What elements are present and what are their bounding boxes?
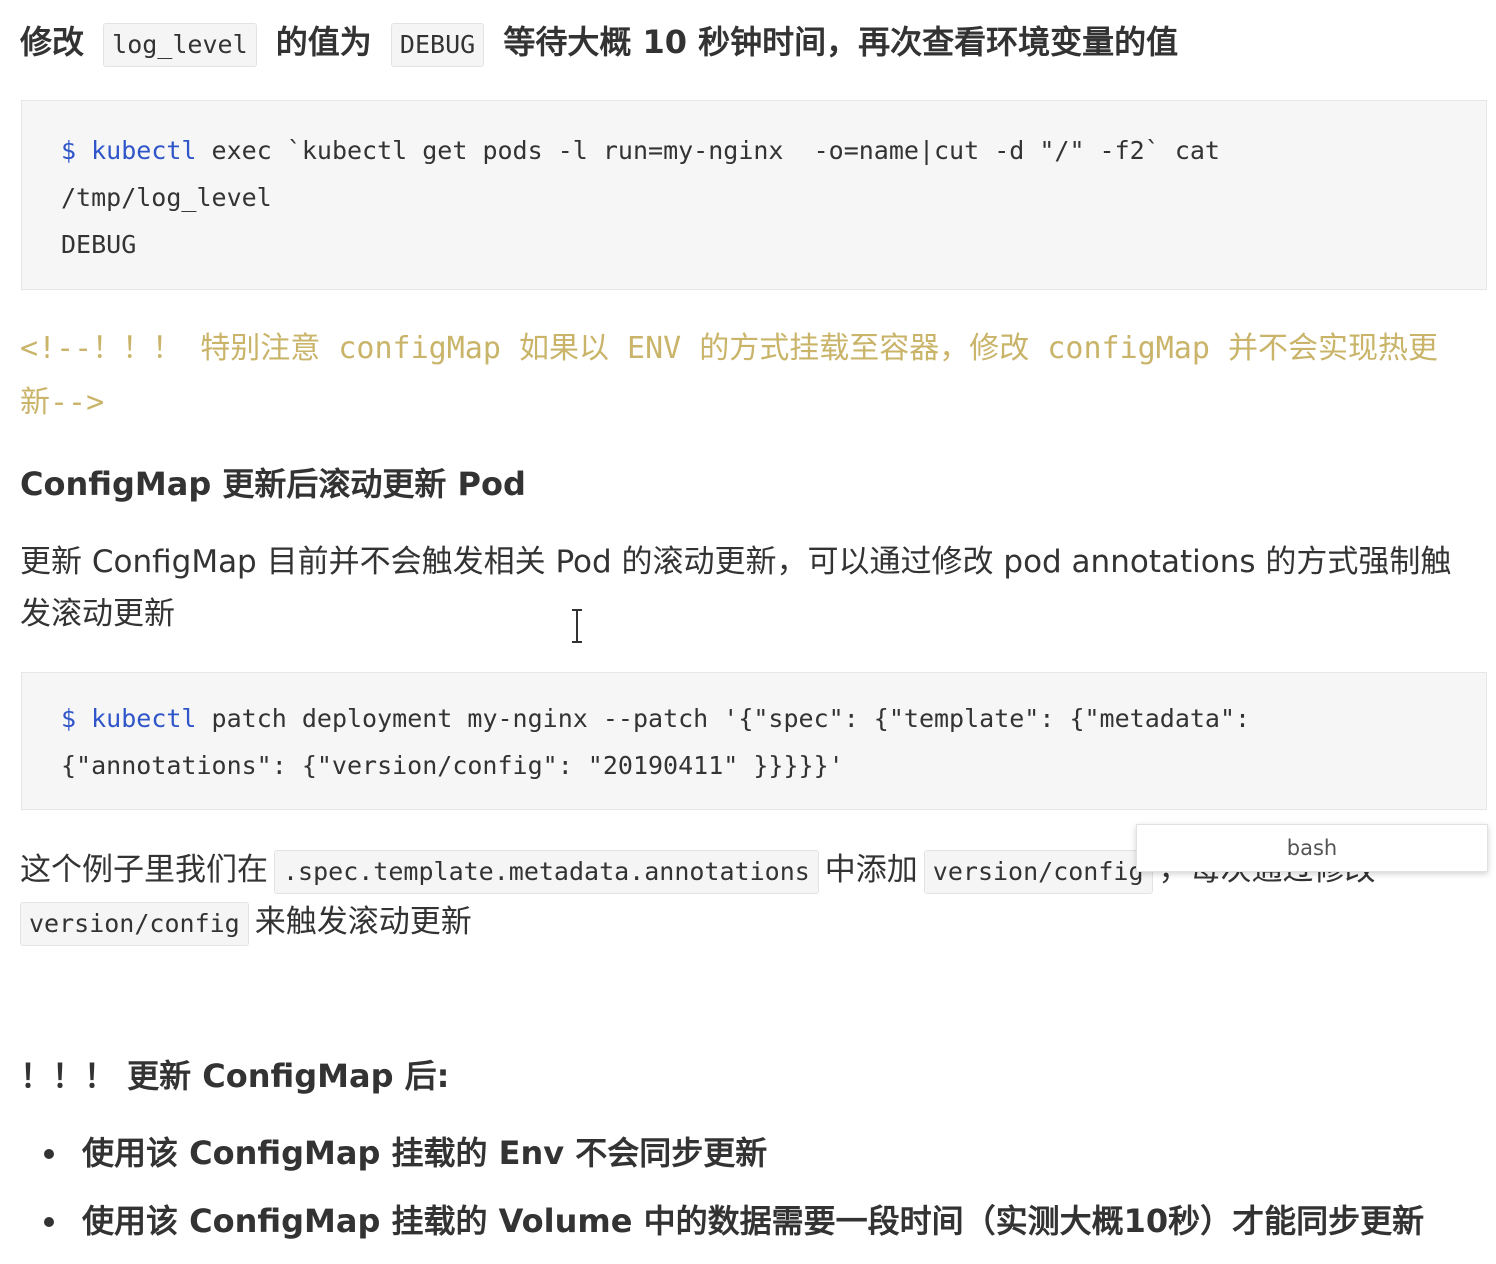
list-item: 使用该 ConfigMap 挂载的 Volume 中的数据需要一段时间（实测大概… [40,1196,1424,1246]
paragraph-rolling-update: 更新 ConfigMap 目前并不会触发相关 Pod 的滚动更新，可以通过修改 … [20,544,1452,632]
code-line-1: $ kubectl patch deployment my-nginx --pa… [61,695,1447,742]
list-item-text: 使用该 ConfigMap 挂载的 Env 不会同步更新 [82,1134,768,1172]
language-tooltip: bash [1136,824,1488,872]
hidden-comment-note: <!--！！！ 特别注意 configMap 如果以 ENV 的方式挂载至容器，… [20,331,1438,420]
top-heading: 修改 log_level 的值为 DEBUG 等待大概 10 秒钟时间，再次查看… [20,18,1178,67]
code-command: kubectl [91,704,197,733]
top-heading-suffix: 等待大概 10 秒钟时间，再次查看环境变量的值 [503,23,1179,61]
top-heading-prefix: 修改 [20,23,85,61]
code-prompt: $ [61,704,77,733]
inline-code-annotations-path: .spec.template.metadata.annotations [274,850,819,894]
bullet-icon [44,1217,54,1227]
top-heading-middle: 的值为 [275,23,372,61]
section-heading: ConfigMap 更新后滚动更新 Pod [20,465,526,503]
paragraph-text: 这个例子里我们在 [20,852,268,888]
code-command: kubectl [91,136,197,165]
code-line-1: $ kubectl exec `kubectl get pods -l run=… [61,127,1447,174]
code-prompt: $ [61,136,77,165]
list-item: 使用该 ConfigMap 挂载的 Env 不会同步更新 [40,1128,1424,1178]
inline-code-version-config: version/config [923,850,1153,894]
paragraph-text: 来触发滚动更新 [254,904,472,940]
list-item-text: 使用该 ConfigMap 挂载的 Volume 中的数据需要一段时间（实测大概… [82,1202,1425,1240]
code-args: patch deployment my-nginx --patch '{"spe… [196,704,1251,733]
code-line-2: /tmp/log_level [61,183,272,212]
code-output: DEBUG [61,230,137,259]
bullet-icon [44,1149,54,1159]
code-block-exec[interactable]: $ kubectl exec `kubectl get pods -l run=… [21,100,1487,290]
paragraph-text: 中添加 [824,852,918,888]
inline-code-log-level: log_level [103,23,257,67]
code-args: exec `kubectl get pods -l run=my-nginx -… [196,136,1220,165]
warning-heading: ！！！ 更新 ConfigMap 后: [20,1057,450,1095]
inline-code-version-config: version/config [20,902,249,946]
inline-code-debug: DEBUG [390,23,485,67]
code-line-2: {"annotations": {"version/config": "2019… [61,751,844,780]
text-cursor-icon [572,609,582,643]
code-block-patch[interactable]: $ kubectl patch deployment my-nginx --pa… [21,672,1487,810]
bullet-list: 使用该 ConfigMap 挂载的 Env 不会同步更新 使用该 ConfigM… [40,1128,1424,1264]
